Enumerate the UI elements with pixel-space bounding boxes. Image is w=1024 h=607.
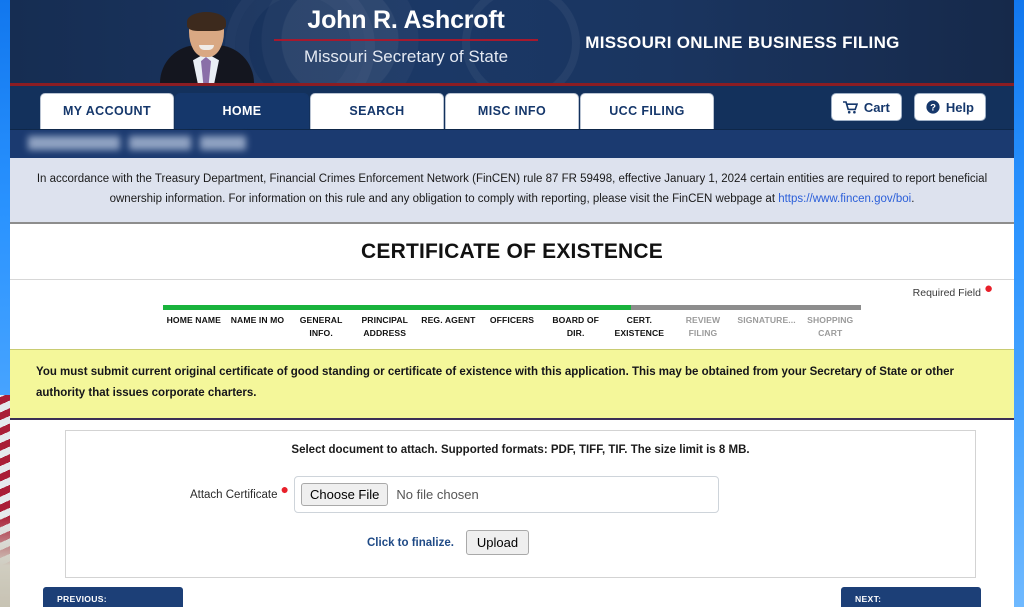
main-navigation-bar: MY ACCOUNT HOME SEARCH MISC INFO UCC FIL… — [10, 86, 1014, 130]
step-cert-existence[interactable]: CERT. EXISTENCE — [607, 314, 671, 340]
shopping-cart-icon — [842, 100, 858, 114]
upload-section: Select document to attach. Supported for… — [10, 420, 1014, 578]
fincen-boi-link[interactable]: https://www.fincen.gov/boi — [778, 193, 911, 205]
upload-hint-text: Select document to attach. Supported for… — [291, 444, 750, 456]
step-principal-address[interactable]: PRINCIPAL ADDRESS — [353, 314, 417, 340]
required-field-legend: Required Field ● — [10, 280, 1014, 301]
attach-certificate-row: Attach Certificate ● Choose File No file … — [66, 476, 975, 513]
required-field-label: Required Field — [912, 287, 981, 299]
secretary-title: Missouri Secretary of State — [303, 47, 509, 66]
progress-fill — [163, 305, 631, 310]
help-button-label: Help — [945, 99, 974, 115]
tab-ucc-filing[interactable]: UCC FILING — [580, 93, 714, 129]
tab-search[interactable]: SEARCH — [310, 93, 444, 129]
account-info-bar — [10, 130, 1014, 158]
tab-home[interactable]: HOME — [175, 93, 309, 129]
instruction-banner: You must submit current original certifi… — [10, 349, 1014, 420]
step-general-info[interactable]: GENERAL INFO. — [289, 314, 353, 340]
secretary-name: John R. Ashcroft — [307, 6, 505, 34]
fincen-notice-banner: In accordance with the Treasury Departme… — [10, 158, 1014, 224]
svg-text:?: ? — [930, 103, 936, 114]
help-button[interactable]: ? Help — [913, 93, 986, 121]
step-reg-agent[interactable]: REG. AGENT — [417, 314, 481, 340]
next-kicker: NEXT: — [855, 594, 882, 604]
page-title: CERTIFICATE OF EXISTENCE — [10, 224, 1014, 280]
previous-kicker: PREVIOUS: — [57, 594, 107, 604]
name-underline-rule — [274, 39, 538, 41]
cart-button-label: Cart — [863, 99, 890, 115]
chosen-file-name: No file chosen — [396, 487, 479, 502]
fincen-notice-text-end: . — [911, 193, 915, 205]
progress-step-labels: HOME NAME NAME IN MO GENERAL INFO. PRINC… — [162, 314, 862, 340]
upload-button[interactable]: Upload — [465, 530, 530, 555]
choose-file-button[interactable]: Choose File — [301, 483, 389, 506]
help-question-circle-icon: ? — [926, 100, 940, 114]
filing-progress-section: HOME NAME NAME IN MO GENERAL INFO. PRINC… — [10, 301, 1014, 349]
nav-action-buttons: Cart ? Help — [830, 93, 986, 121]
progress-track — [163, 305, 861, 310]
attach-certificate-label: Attach Certificate ● — [66, 482, 294, 501]
step-name-in-mo[interactable]: NAME IN MO — [226, 314, 290, 340]
upload-action-row: Click to finalize. Upload — [66, 530, 975, 555]
step-shopping-cart: SHOPPING CART — [807, 315, 854, 338]
attach-certificate-label-text: Attach Certificate — [189, 488, 278, 501]
site-masthead: John R. Ashcroft Missouri Secretary of S… — [10, 0, 1014, 86]
tab-misc-info[interactable]: MISC INFO — [445, 93, 579, 129]
required-marker-icon: ● — [280, 480, 289, 497]
step-home-name[interactable]: HOME NAME — [162, 314, 226, 340]
tab-my-account[interactable]: MY ACCOUNT — [40, 93, 174, 129]
step-review-filing: REVIEW FILING — [685, 315, 721, 338]
upload-card: Select document to attach. Supported for… — [65, 430, 976, 578]
cart-button[interactable]: Cart — [830, 93, 902, 121]
site-title: MISSOURI ONLINE BUSINESS FILING — [585, 33, 900, 52]
step-officers[interactable]: OFFICERS — [480, 314, 544, 340]
next-step-button[interactable]: NEXT: REVIEW FILING — [841, 587, 981, 607]
required-marker-icon: ● — [983, 280, 993, 297]
redacted-account-name — [28, 136, 246, 150]
previous-step-button[interactable]: PREVIOUS: BOARD OF DIR. — [43, 587, 183, 607]
nav-tab-list: MY ACCOUNT HOME SEARCH MISC INFO UCC FIL… — [40, 93, 714, 129]
step-signature: SIGNATURE... — [737, 315, 796, 325]
page-shell: John R. Ashcroft Missouri Secretary of S… — [10, 0, 1014, 607]
step-board-of-dir[interactable]: BOARD OF DIR. — [544, 314, 608, 340]
finalize-hint-text: Click to finalize. — [367, 536, 454, 549]
secretary-of-state-portrait — [158, 0, 256, 83]
wizard-navigation-row: PREVIOUS: BOARD OF DIR. NEXT: REVIEW FIL… — [43, 578, 981, 607]
masthead-name-block: John R. Ashcroft Missouri Secretary of S… — [272, 5, 540, 68]
attach-certificate-file-input[interactable]: Choose File No file chosen — [294, 476, 719, 513]
filing-progress-steps: HOME NAME NAME IN MO GENERAL INFO. PRINC… — [162, 305, 862, 340]
